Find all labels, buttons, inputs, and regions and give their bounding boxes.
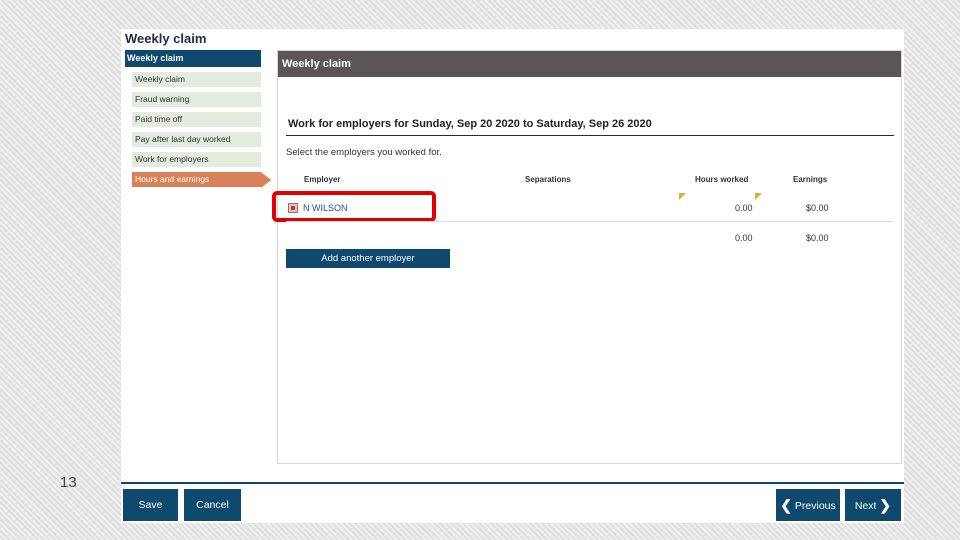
sidebar-item-hours-and-earnings[interactable]: Hours and earnings xyxy=(132,172,271,188)
sidebar-item-work-for-employers[interactable]: Work for employers xyxy=(132,152,261,167)
sidebar-item-paid-time-off[interactable]: Paid time off xyxy=(132,112,261,127)
employer-hours: 0.00 xyxy=(735,203,753,213)
previous-label: Previous xyxy=(794,500,836,512)
cancel-button[interactable]: Cancel xyxy=(184,489,241,521)
chevron-right-icon: ❯ xyxy=(879,497,892,513)
instruction-text: Select the employers you worked for. xyxy=(286,147,442,158)
next-label: Next xyxy=(854,500,877,512)
main-panel: Weekly claim Work for employers for Sund… xyxy=(272,50,902,464)
previous-button[interactable]: ❮ Previous xyxy=(776,489,840,521)
section-divider xyxy=(286,135,894,136)
column-header-earnings: Earnings xyxy=(793,175,828,184)
chevron-left-icon: ❮ xyxy=(780,497,792,513)
add-another-employer-button[interactable]: Add another employer xyxy=(286,249,450,268)
sidebar-item-pay-after-last-day[interactable]: Pay after last day worked xyxy=(132,132,261,147)
sidebar-item-weekly-claim[interactable]: Weekly claim xyxy=(132,72,261,87)
column-header-hours-worked: Hours worked xyxy=(695,175,749,184)
save-button[interactable]: Save xyxy=(123,489,178,521)
earnings-flag-icon xyxy=(755,193,762,200)
sidebar-header: Weekly claim xyxy=(125,50,261,67)
highlight-box xyxy=(272,191,436,222)
sidebar-item-fraud-warning[interactable]: Fraud warning xyxy=(132,92,261,107)
sidebar-nav: Weekly claim Weekly claim Fraud warning … xyxy=(125,50,271,188)
slide-number: 13 xyxy=(60,474,77,491)
section-title: Work for employers for Sunday, Sep 20 20… xyxy=(288,118,652,130)
employer-earnings: $0.00 xyxy=(806,203,829,213)
app-title: Weekly claim xyxy=(125,31,207,46)
panel-header: Weekly claim xyxy=(278,51,901,77)
total-hours: 0.00 xyxy=(735,233,753,243)
column-header-separations: Separations xyxy=(525,175,571,184)
table-row-divider xyxy=(286,221,894,222)
hours-flag-icon xyxy=(679,193,686,200)
footer-divider xyxy=(121,482,904,484)
total-earnings: $0.00 xyxy=(806,233,829,243)
column-header-employer: Employer xyxy=(304,175,341,184)
weekly-claim-app: Weekly claim Weekly claim Weekly claim F… xyxy=(121,29,904,523)
next-button[interactable]: Next ❯ xyxy=(845,489,901,521)
